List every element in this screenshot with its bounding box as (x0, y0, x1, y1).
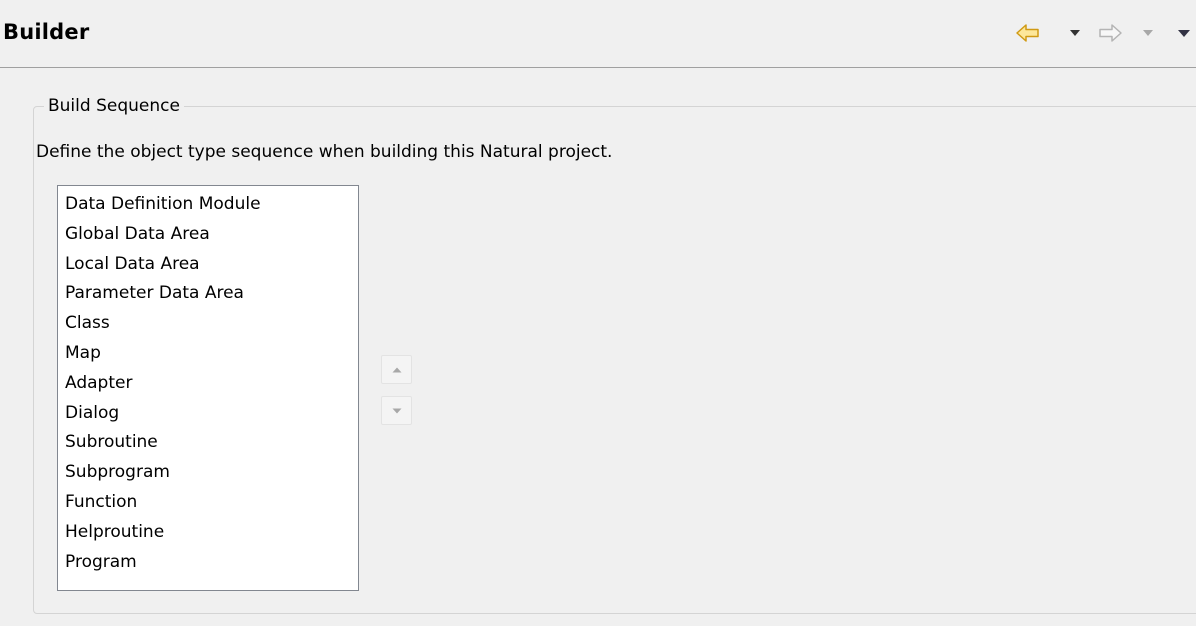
back-button[interactable] (1011, 18, 1045, 48)
list-item[interactable]: Map (65, 339, 358, 369)
view-menu-icon (1178, 29, 1190, 37)
dropdown-triangle-icon (1143, 30, 1153, 36)
list-item[interactable]: Dialog (65, 399, 358, 429)
object-type-list[interactable]: Data Definition Module Global Data Area … (57, 185, 359, 591)
back-history-dropdown[interactable] (1066, 18, 1084, 48)
move-down-icon (392, 408, 401, 413)
group-label: Build Sequence (44, 93, 184, 119)
list-item[interactable]: Class (65, 309, 358, 339)
page-title: Builder (3, 20, 90, 44)
list-item[interactable]: Data Definition Module (65, 190, 358, 220)
move-up-button[interactable] (381, 355, 412, 384)
list-item[interactable]: Adapter (65, 369, 358, 399)
forward-history-dropdown[interactable] (1139, 18, 1157, 48)
move-down-button[interactable] (381, 396, 412, 425)
forward-arrow-icon (1099, 24, 1122, 42)
list-item[interactable]: Helproutine (65, 518, 358, 548)
dropdown-triangle-icon (1070, 30, 1080, 36)
description-text: Define the object type sequence when bui… (36, 142, 613, 162)
list-item[interactable]: Parameter Data Area (65, 279, 358, 309)
move-up-icon (392, 367, 401, 372)
list-item[interactable]: Subroutine (65, 428, 358, 458)
list-item[interactable]: Local Data Area (65, 250, 358, 280)
list-item[interactable]: Subprogram (65, 458, 358, 488)
back-arrow-icon (1016, 24, 1039, 42)
list-item[interactable]: Function (65, 488, 358, 518)
forward-button[interactable] (1093, 18, 1127, 48)
view-menu-button[interactable] (1172, 18, 1196, 48)
list-item[interactable]: Global Data Area (65, 220, 358, 250)
list-item[interactable]: Program (65, 548, 358, 578)
title-bar: Builder (0, 0, 1196, 68)
